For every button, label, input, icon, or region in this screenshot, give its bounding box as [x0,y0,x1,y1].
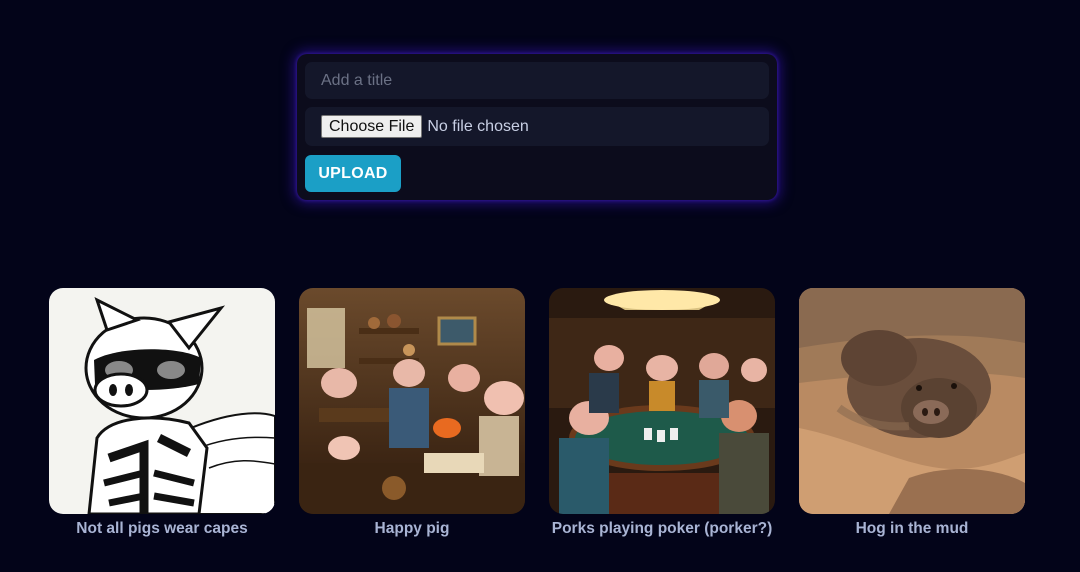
file-picker: Choose File No file chosen [305,107,769,146]
gallery-caption: Hog in the mud [855,520,969,537]
gallery-image-caped-pig[interactable] [49,288,275,514]
gallery-caption: Porks playing poker (porker?) [551,520,773,537]
file-status-text: No file chosen [427,117,529,135]
gallery-image-hog-in-mud[interactable] [799,288,1025,514]
upload-form: Choose File No file chosen UPLOAD [297,54,777,200]
choose-file-button[interactable]: Choose File [321,115,423,138]
gallery-item[interactable]: Hog in the mud [799,288,1025,538]
title-input[interactable] [305,62,769,99]
upload-button[interactable]: UPLOAD [305,155,401,192]
gallery-image-poker-pigs[interactable] [549,288,775,514]
gallery-caption: Happy pig [374,520,450,537]
gallery-item[interactable]: Porks playing poker (porker?) [549,288,775,538]
gallery-caption: Not all pigs wear capes [76,520,248,537]
gallery-item[interactable]: Not all pigs wear capes [49,288,275,538]
gallery-image-tavern-pigs[interactable] [299,288,525,514]
gallery-item[interactable]: Happy pig [299,288,525,538]
